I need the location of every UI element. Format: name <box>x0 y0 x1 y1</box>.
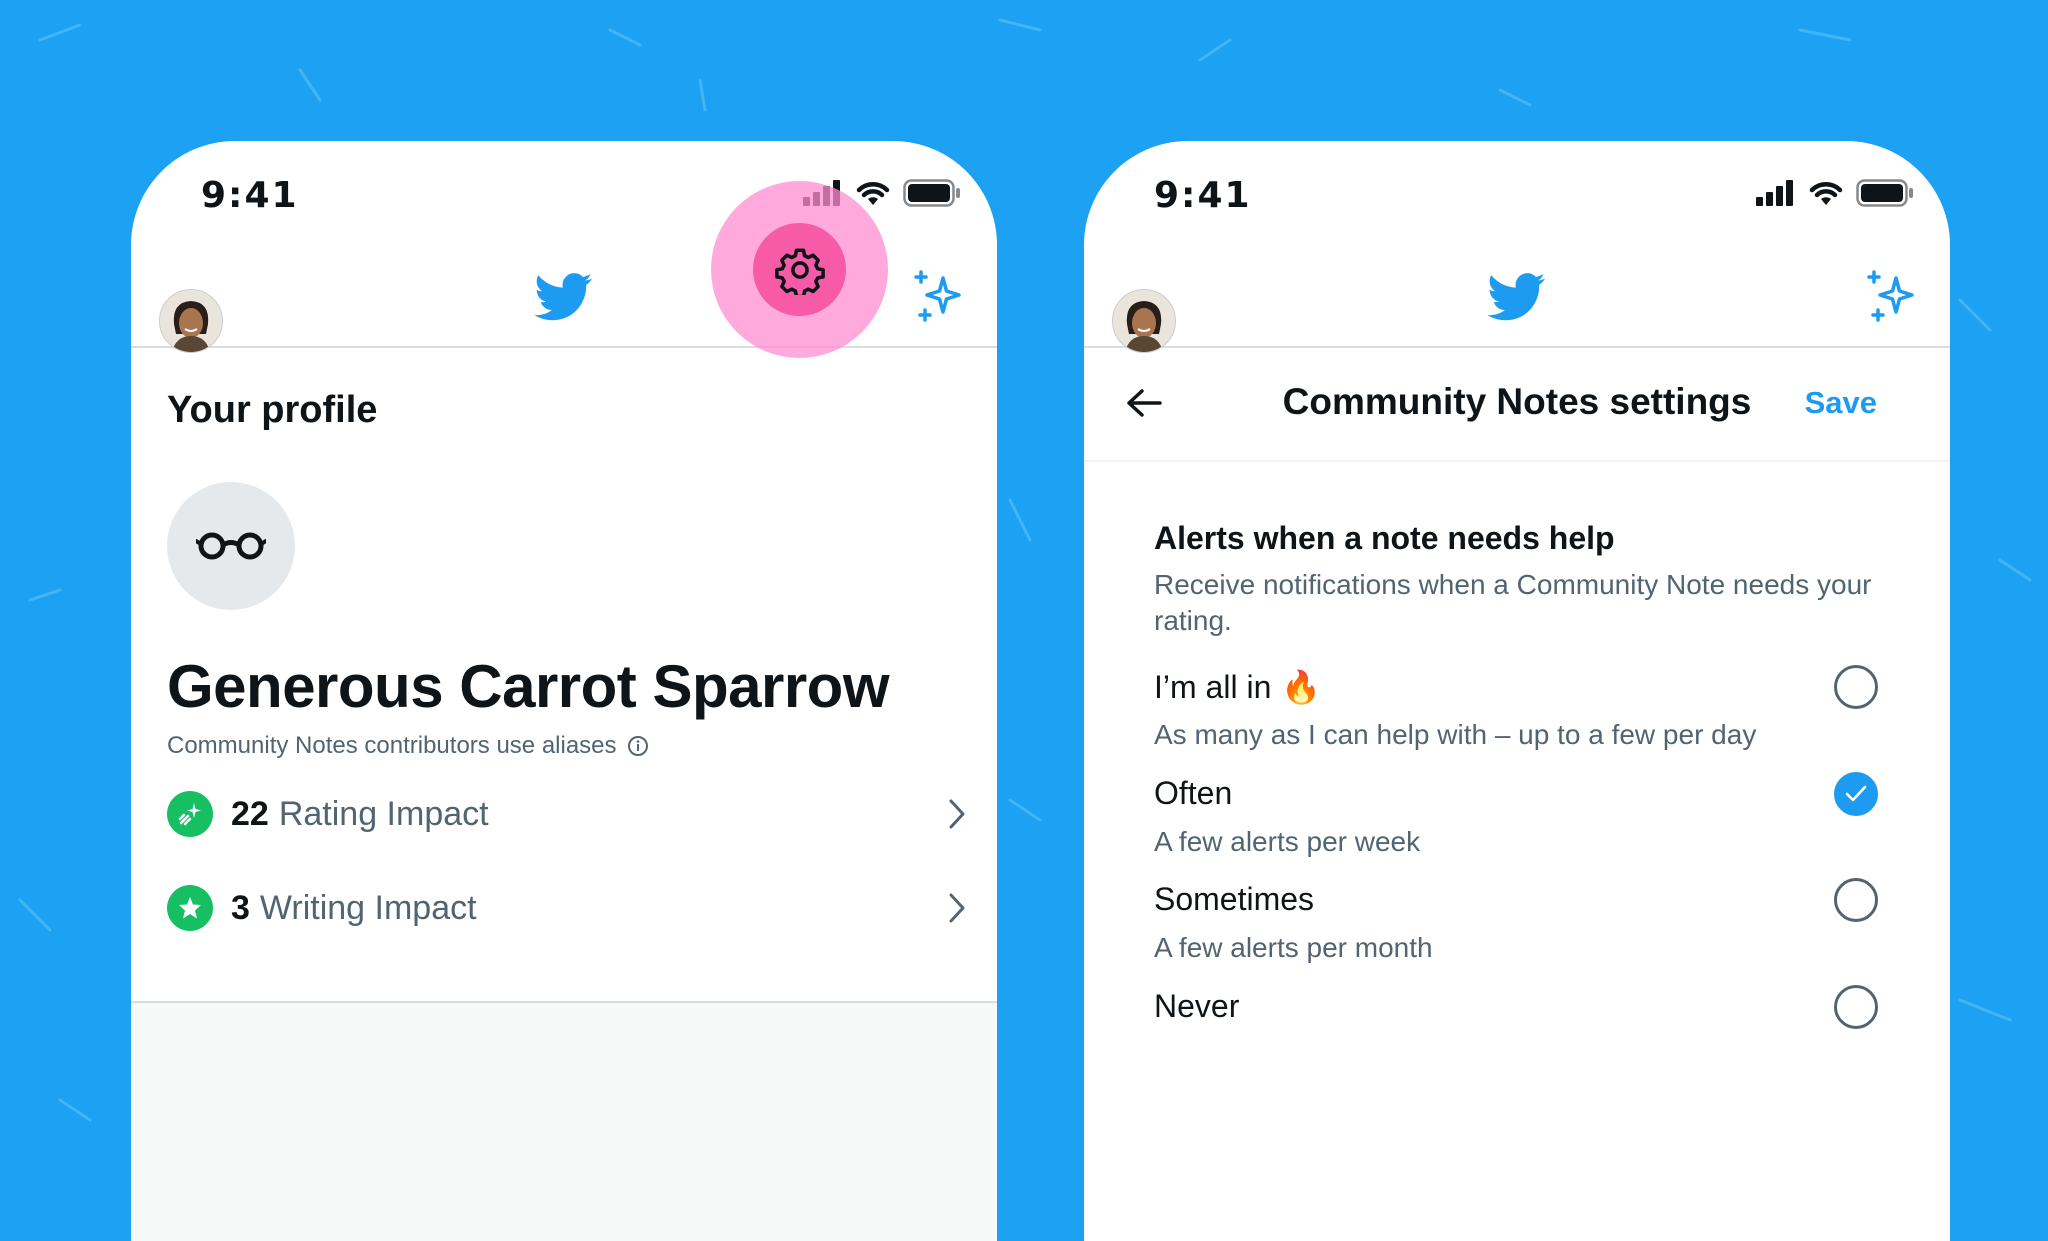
option-often-title[interactable]: Often <box>1154 775 1232 812</box>
wifi-icon <box>856 182 890 205</box>
rating-impact-icon <box>167 791 213 837</box>
save-button[interactable]: Save <box>1805 385 1877 421</box>
page-title: Your profile <box>167 389 378 431</box>
avatar-image <box>160 290 222 352</box>
avatar-image <box>1113 290 1175 352</box>
section-description: Receive notifications when a Community N… <box>1154 569 1872 636</box>
glasses-icon <box>196 532 266 560</box>
sparkle-icon[interactable] <box>911 268 969 326</box>
battery-icon <box>903 179 960 207</box>
chevron-right-icon <box>949 799 965 829</box>
rating-impact-value: 22 <box>231 794 269 833</box>
option-label: Sometimes <box>1154 881 1315 917</box>
info-icon[interactable] <box>627 735 649 757</box>
rating-impact-row[interactable]: 22 Rating Impact <box>167 784 967 844</box>
writing-impact-value: 3 <box>231 888 250 927</box>
writing-impact-icon <box>167 885 213 931</box>
status-time: 9:41 <box>201 175 299 216</box>
fire-icon: 🔥 <box>1281 668 1322 706</box>
wifi-icon <box>1809 182 1843 205</box>
writing-impact-row[interactable]: 3 Writing Impact <box>167 878 967 938</box>
alias-note-text: Community Notes contributors use aliases <box>167 732 617 759</box>
gear-icon <box>774 247 825 295</box>
option-label: Never <box>1154 988 1240 1024</box>
settings-button[interactable] <box>753 223 846 316</box>
status-bar: 9:41 <box>1084 141 1950 251</box>
radio-never[interactable] <box>1834 985 1878 1029</box>
option-all-in-title[interactable]: I’m all in 🔥 <box>1154 668 1321 706</box>
battery-icon <box>1856 179 1913 207</box>
settings-phone-screen: 9:41 Community Notes settings Save Alert… <box>1084 141 1950 1241</box>
section-title: Alerts when a note needs help <box>1154 520 1615 556</box>
alias-avatar <box>167 482 295 610</box>
alias-name: Generous Carrot Sparrow <box>167 653 890 720</box>
option-sometimes-title[interactable]: Sometimes <box>1154 881 1314 918</box>
option-label: I’m all in <box>1154 668 1272 705</box>
checkmark-icon <box>1845 785 1867 802</box>
avatar[interactable] <box>159 289 223 353</box>
avatar[interactable] <box>1112 289 1176 353</box>
alias-note: Community Notes contributors use aliases <box>167 732 649 760</box>
option-often-subtitle: A few alerts per week <box>1154 826 1421 857</box>
chevron-right-icon <box>949 893 965 923</box>
twitter-bird-icon <box>1488 273 1546 321</box>
sparkle-icon[interactable] <box>1864 268 1922 326</box>
status-time: 9:41 <box>1154 175 1252 216</box>
rating-impact-label: Rating Impact <box>278 794 489 833</box>
option-never-title[interactable]: Never <box>1154 988 1239 1025</box>
radio-all-in[interactable] <box>1834 665 1878 709</box>
twitter-bird-icon <box>535 273 593 321</box>
radio-sometimes[interactable] <box>1834 878 1878 922</box>
empty-area <box>131 1003 997 1241</box>
cellular-signal-icon <box>1756 180 1793 206</box>
writing-impact-label: Writing Impact <box>259 888 477 927</box>
option-label: Often <box>1154 775 1233 811</box>
option-all-in-subtitle: As many as I can help with – up to a few… <box>1154 719 1757 750</box>
option-sometimes-subtitle: A few alerts per month <box>1154 932 1433 963</box>
radio-often[interactable] <box>1834 772 1878 816</box>
